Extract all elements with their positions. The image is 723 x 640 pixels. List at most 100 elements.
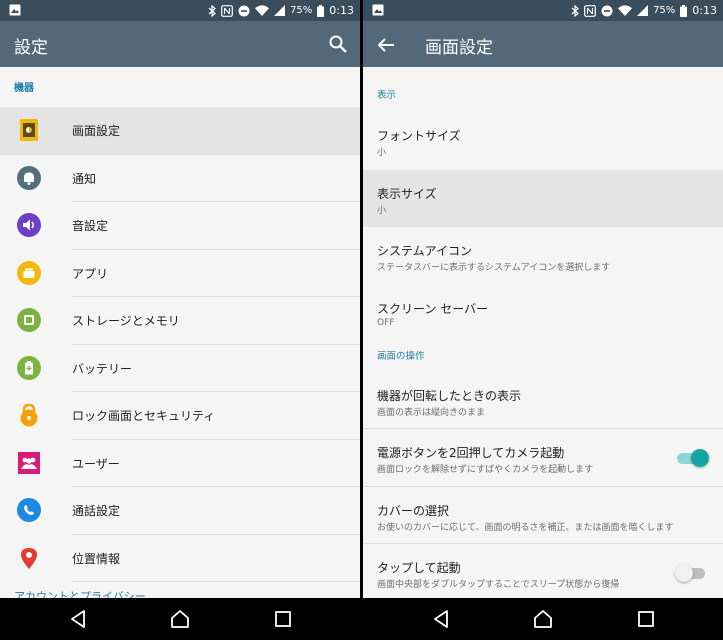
tap-to-wake-toggle[interactable] — [675, 564, 707, 582]
section-header-screen-operation: 画面の操作 — [377, 350, 425, 362]
clock: 0:13 — [692, 4, 717, 17]
home-nav-icon[interactable] — [532, 608, 554, 630]
display-icon — [20, 119, 38, 141]
image-notification-icon — [9, 4, 21, 16]
users-icon — [18, 451, 40, 474]
recents-nav-icon[interactable] — [272, 608, 294, 630]
setting-title: カバーの選択 — [377, 503, 450, 518]
setting-summary: OFF — [377, 317, 395, 328]
settings-item-sound[interactable]: 音設定 — [0, 202, 360, 250]
camera-launch-toggle[interactable] — [677, 449, 709, 467]
settings-item-users[interactable]: ユーザー — [0, 440, 360, 487]
status-bar: 75% 0:13 — [0, 0, 360, 21]
setting-display-size[interactable]: 表示サイズ 小 — [363, 169, 723, 227]
app-bar: 設定 — [0, 21, 360, 67]
toggle-thumb — [691, 449, 709, 467]
settings-item-label: ロック画面とセキュリティ — [72, 409, 216, 424]
settings-pane: 75% 0:13 設定 機器 画面設定 通知 音設定 アプリ ストレージとメモリ… — [0, 0, 360, 640]
setting-summary: 小 — [377, 148, 387, 158]
search-icon[interactable] — [328, 34, 348, 54]
battery-icon — [680, 4, 688, 17]
signal-icon — [637, 5, 649, 16]
settings-item-battery[interactable]: バッテリー — [0, 345, 360, 392]
bell-icon — [17, 165, 41, 190]
app-bar: 画面設定 — [363, 21, 723, 67]
settings-item-display[interactable]: 画面設定 — [0, 107, 360, 155]
setting-system-icons[interactable]: システムアイコン ステータスバーに表示するシステムアイコンを選択します — [363, 227, 723, 285]
settings-item-label: ユーザー — [72, 456, 120, 471]
section-header-display: 表示 — [377, 90, 397, 101]
do-not-disturb-icon — [238, 5, 250, 17]
setting-summary: お使いのカバーに応じて、画面の明るさを補正、または画面を暗くします — [377, 522, 674, 533]
wifi-icon — [618, 5, 633, 16]
location-icon — [21, 547, 37, 569]
clock: 0:13 — [329, 4, 354, 17]
settings-item-apps[interactable]: アプリ — [0, 250, 360, 297]
image-notification-icon — [372, 4, 384, 16]
wifi-icon — [255, 5, 270, 16]
setting-cover-select[interactable]: カバーの選択 お使いのカバーに応じて、画面の明るさを補正、または画面を暗くします — [363, 487, 723, 544]
settings-item-label: 通話設定 — [72, 504, 121, 519]
setting-summary: ステータスバーに表示するシステムアイコンを選択します — [377, 263, 611, 273]
setting-title: 電源ボタンを2回押してカメラ起動 — [377, 446, 565, 460]
storage-icon — [17, 308, 41, 332]
status-bar: 75% 0:13 — [363, 0, 723, 21]
bluetooth-icon — [208, 4, 216, 17]
settings-item-label: バッテリー — [72, 361, 133, 376]
back-nav-icon[interactable] — [431, 608, 453, 630]
home-nav-icon[interactable] — [169, 608, 191, 630]
back-nav-icon[interactable] — [68, 608, 90, 630]
setting-tap-to-wake[interactable]: タップして起動 画面中央部をダブルタップすることでスリープ状態から復帰 — [363, 544, 723, 598]
settings-item-notifications[interactable]: 通知 — [0, 155, 360, 202]
bluetooth-icon — [571, 4, 579, 17]
do-not-disturb-icon — [601, 5, 613, 17]
navigation-bar — [0, 598, 360, 640]
phone-icon — [17, 498, 41, 522]
setting-summary: 小 — [377, 205, 387, 216]
setting-summary: 画面の表示は縦向きのまま — [377, 407, 486, 418]
setting-title: 機器が回転したときの表示 — [377, 388, 522, 403]
setting-title: システムアイコン — [377, 244, 473, 258]
setting-summary: 画面中央部をダブルタップすることでスリープ状態から復帰 — [377, 580, 620, 590]
setting-camera-launch[interactable]: 電源ボタンを2回押してカメラ起動 画面ロックを解除せずにすばやくカメラを起動しま… — [363, 429, 723, 487]
settings-item-label: ストレージとメモリ — [72, 314, 180, 329]
settings-item-lock-security[interactable]: ロック画面とセキュリティ — [0, 392, 360, 440]
navigation-bar — [363, 598, 723, 640]
display-settings-list: 表示 フォントサイズ 小 表示サイズ 小 システムアイコン ステータスバーに表示… — [363, 67, 723, 598]
section-header: 機器 — [14, 83, 34, 94]
settings-item-label: アプリ — [72, 266, 109, 281]
settings-list: 機器 画面設定 通知 音設定 アプリ ストレージとメモリ バッテリー ロック画面… — [0, 67, 360, 598]
nfc-icon — [221, 4, 233, 17]
battery-icon — [17, 355, 41, 380]
speaker-icon — [17, 213, 41, 237]
setting-font-size[interactable]: フォントサイズ 小 — [363, 112, 723, 170]
section-header-cut: アカウントとプライバシー — [0, 582, 360, 598]
settings-item-storage[interactable]: ストレージとメモリ — [0, 297, 360, 345]
setting-title: タップして起動 — [377, 561, 461, 575]
settings-item-location[interactable]: 位置情報 — [0, 535, 360, 582]
battery-percent: 75% — [653, 5, 676, 16]
settings-item-label: 音設定 — [72, 219, 109, 234]
section-header: アカウントとプライバシー — [14, 590, 146, 598]
settings-item-label: 通知 — [72, 171, 97, 186]
battery-icon — [317, 4, 325, 17]
toggle-thumb — [675, 564, 693, 582]
setting-title: 表示サイズ — [377, 186, 437, 201]
settings-item-label: 位置情報 — [72, 551, 121, 566]
setting-title: スクリーン セーバー — [377, 301, 489, 316]
setting-rotation[interactable]: 機器が回転したときの表示 画面の表示は縦向きのまま — [363, 372, 723, 429]
signal-icon — [274, 5, 286, 16]
settings-item-call[interactable]: 通話設定 — [0, 487, 360, 535]
recents-nav-icon[interactable] — [635, 608, 657, 630]
lock-icon — [20, 403, 38, 427]
setting-screen-saver[interactable]: スクリーン セーバー OFF — [363, 285, 723, 337]
back-arrow-icon[interactable] — [375, 34, 397, 56]
apps-icon — [17, 260, 41, 285]
nfc-icon — [584, 4, 596, 17]
page-title: 設定 — [14, 38, 48, 58]
settings-item-label: 画面設定 — [72, 124, 121, 139]
setting-title: フォントサイズ — [377, 129, 461, 143]
page-title: 画面設定 — [425, 38, 493, 58]
battery-percent: 75% — [290, 5, 313, 16]
display-settings-pane: 75% 0:13 画面設定 表示 フォントサイズ 小 表示サイズ 小 システムア… — [363, 0, 723, 640]
